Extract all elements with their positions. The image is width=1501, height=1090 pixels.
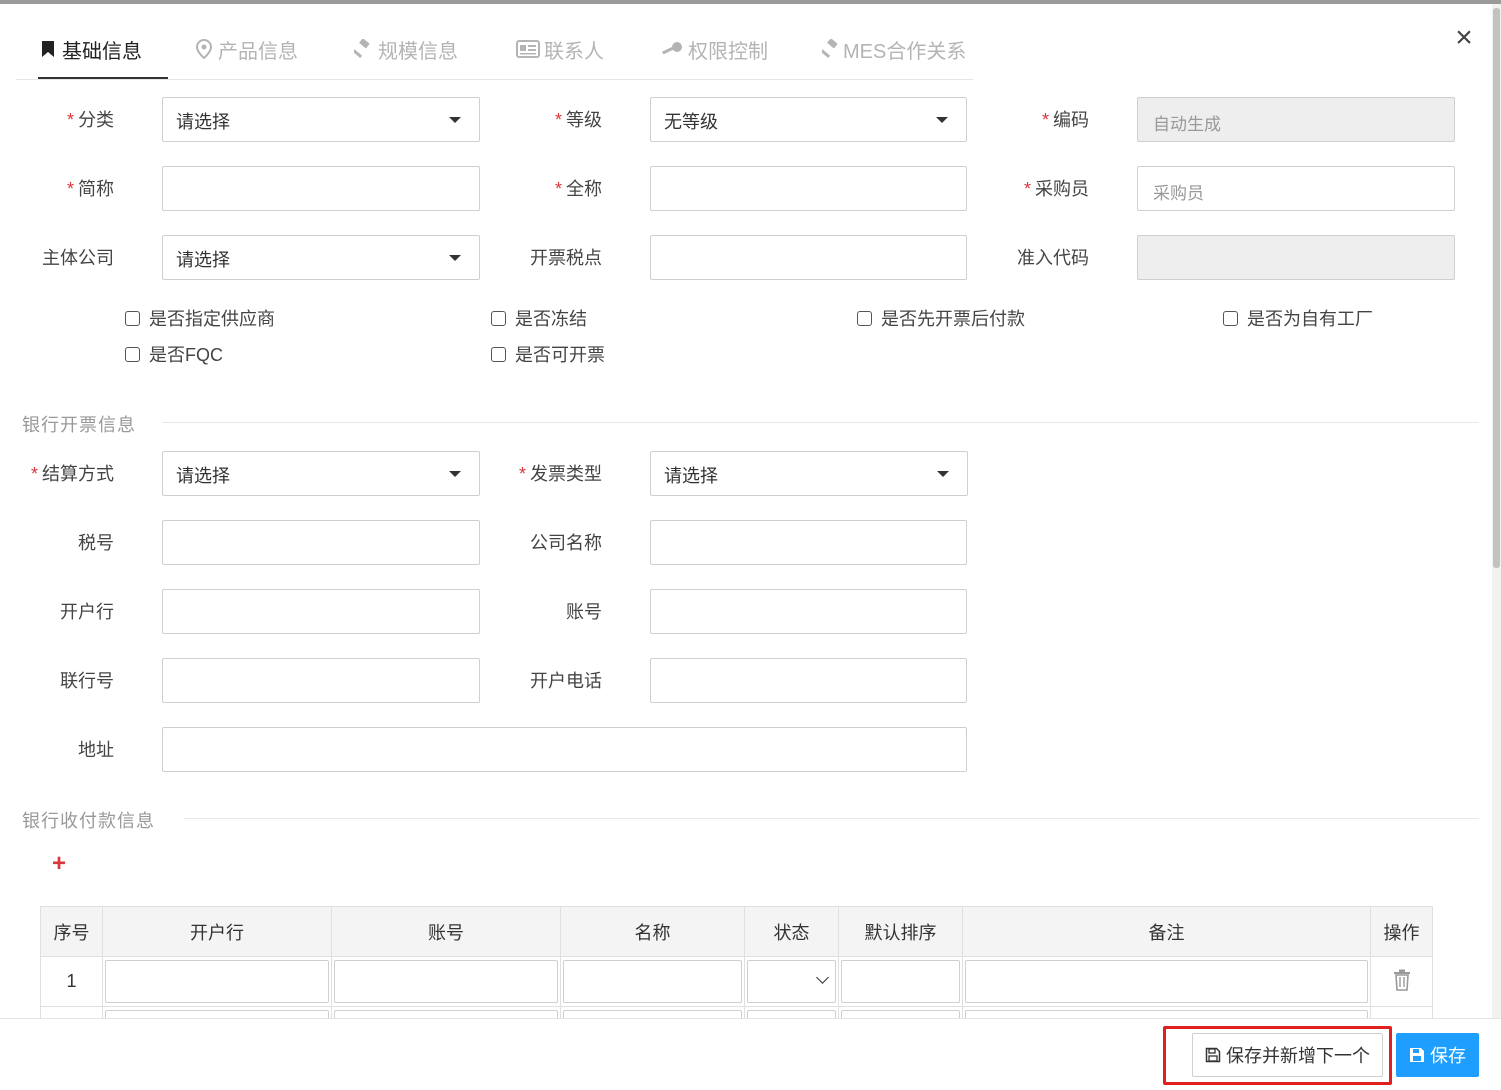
bank-label: 开户行 bbox=[60, 602, 114, 622]
settlement-select[interactable]: 请选择 bbox=[162, 451, 480, 496]
gavel-icon bbox=[354, 39, 374, 59]
invoice-type-label: * 发票类型 bbox=[518, 464, 602, 484]
account-label: 账号 bbox=[566, 602, 602, 622]
level-label: * 等级 bbox=[554, 110, 602, 130]
tab-basic-info[interactable]: 基础信息 bbox=[38, 20, 168, 79]
company-name-label: 公司名称 bbox=[530, 533, 602, 553]
invoice-type-select[interactable]: 请选择 bbox=[650, 451, 968, 496]
tax-no-input[interactable] bbox=[162, 520, 480, 565]
checkbox-invoice-before-payment[interactable]: 是否先开票后付款 bbox=[857, 305, 1025, 331]
checkbox-invoiceable[interactable]: 是否可开票 bbox=[491, 341, 605, 367]
tab-bar: 基础信息 产品信息 规模信息 联系人 权限控制 MES合作关系 bbox=[16, 20, 973, 80]
checkbox-own-factory[interactable]: 是否为自有工厂 bbox=[1223, 305, 1373, 331]
column-header: 开户行 bbox=[103, 907, 332, 957]
row-bank-input[interactable] bbox=[105, 960, 329, 1003]
row-account-input[interactable] bbox=[334, 960, 558, 1003]
close-icon[interactable]: × bbox=[1451, 23, 1477, 54]
full-name-input[interactable] bbox=[650, 166, 967, 211]
code-input: 自动生成 bbox=[1137, 97, 1455, 142]
plus-icon[interactable]: + bbox=[49, 852, 69, 876]
tab-contacts[interactable]: 联系人 bbox=[516, 20, 616, 78]
row-sort-input[interactable] bbox=[841, 960, 960, 1003]
category-select[interactable]: 请选择 bbox=[162, 97, 480, 142]
tab-product-info[interactable]: 产品信息 bbox=[194, 20, 309, 78]
row-remark-input[interactable] bbox=[965, 960, 1368, 1003]
buyer-input[interactable]: 采购员 bbox=[1137, 166, 1455, 211]
map-pin-icon bbox=[194, 39, 214, 59]
checkbox-fqc[interactable]: 是否FQC bbox=[125, 341, 223, 367]
tab-label: MES合作关系 bbox=[843, 40, 967, 63]
column-header: 备注 bbox=[963, 907, 1371, 957]
tab-label: 权限控制 bbox=[688, 40, 768, 63]
bookmark-icon bbox=[38, 40, 58, 58]
tab-mes-cooperation[interactable]: MES合作关系 bbox=[822, 20, 977, 78]
bank-code-input[interactable] bbox=[162, 658, 480, 703]
checkbox-designated-supplier[interactable]: 是否指定供应商 bbox=[125, 305, 275, 331]
company-select[interactable]: 请选择 bbox=[162, 235, 480, 280]
scrollbar-thumb[interactable] bbox=[1493, 8, 1500, 568]
column-header: 序号 bbox=[41, 907, 103, 957]
column-header: 状态 bbox=[745, 907, 839, 957]
caret-down-icon bbox=[449, 471, 461, 477]
floppy-disk-icon bbox=[1410, 1048, 1424, 1062]
access-code-label: 准入代码 bbox=[1017, 248, 1089, 268]
column-header: 默认排序 bbox=[839, 907, 963, 957]
company-name-input[interactable] bbox=[650, 520, 967, 565]
level-select[interactable]: 无等级 bbox=[650, 97, 967, 142]
tax-point-label: 开票税点 bbox=[530, 248, 602, 268]
tax-point-input[interactable] bbox=[650, 235, 967, 280]
chevron-down-icon bbox=[816, 971, 829, 984]
checkbox-frozen[interactable]: 是否冻结 bbox=[491, 305, 587, 331]
company-label: 主体公司 bbox=[42, 248, 114, 268]
vertical-scrollbar[interactable] bbox=[1492, 4, 1501, 1018]
address-label: 地址 bbox=[78, 740, 114, 760]
address-input[interactable] bbox=[162, 727, 967, 772]
tab-scale-info[interactable]: 规模信息 bbox=[354, 20, 474, 78]
section-divider bbox=[184, 818, 1479, 819]
tax-no-label: 税号 bbox=[78, 533, 114, 553]
category-label: * 分类 bbox=[66, 110, 114, 130]
settlement-label: * 结算方式 bbox=[30, 464, 114, 484]
row-status-select[interactable] bbox=[747, 960, 836, 1003]
id-card-icon bbox=[516, 40, 540, 58]
bank-invoice-section-title: 银行开票信息 bbox=[22, 415, 136, 435]
row-index: 1 bbox=[41, 957, 103, 1007]
tab-permissions[interactable]: 权限控制 bbox=[660, 20, 780, 78]
buyer-label: * 采购员 bbox=[1023, 179, 1089, 199]
highlight-box bbox=[1163, 1026, 1392, 1085]
column-header: 账号 bbox=[332, 907, 561, 957]
key-icon bbox=[660, 40, 684, 58]
caret-down-icon bbox=[937, 471, 949, 477]
bank-payment-section-title: 银行收付款信息 bbox=[22, 811, 155, 831]
full-name-label: * 全称 bbox=[554, 179, 602, 199]
section-divider bbox=[162, 422, 1479, 423]
save-button[interactable]: 保存 bbox=[1396, 1033, 1479, 1077]
caret-down-icon bbox=[449, 117, 461, 123]
tab-label: 基础信息 bbox=[62, 40, 142, 63]
bank-payment-table: 序号 开户行 账号 名称 状态 默认排序 备注 操作 1 bbox=[40, 906, 1433, 1019]
window-top-border bbox=[0, 0, 1501, 4]
gavel-icon bbox=[822, 39, 842, 59]
caret-down-icon bbox=[936, 117, 948, 123]
tab-label: 产品信息 bbox=[218, 40, 298, 63]
bank-code-label: 联行号 bbox=[60, 671, 114, 691]
row-name-input[interactable] bbox=[563, 960, 742, 1003]
bank-input[interactable] bbox=[162, 589, 480, 634]
account-input[interactable] bbox=[650, 589, 967, 634]
code-label: * 编码 bbox=[1041, 110, 1089, 130]
access-code-input bbox=[1137, 235, 1455, 280]
tab-label: 联系人 bbox=[544, 40, 604, 63]
bank-phone-label: 开户电话 bbox=[530, 671, 602, 691]
column-header: 名称 bbox=[561, 907, 745, 957]
tab-label: 规模信息 bbox=[378, 40, 458, 63]
bank-phone-input[interactable] bbox=[650, 658, 967, 703]
caret-down-icon bbox=[449, 255, 461, 261]
short-name-input[interactable] bbox=[162, 166, 480, 211]
column-header: 操作 bbox=[1371, 907, 1433, 957]
short-name-label: * 简称 bbox=[66, 179, 114, 199]
trash-icon[interactable] bbox=[1393, 969, 1411, 991]
